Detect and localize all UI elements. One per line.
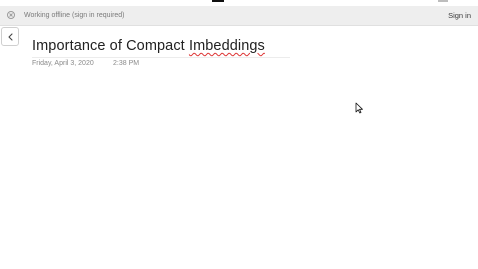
mouse-pointer-icon [355,101,364,119]
top-bar-mark [212,0,224,2]
sign-in-button[interactable]: Sign in [448,11,471,20]
title-divider [32,57,290,58]
page-title-text: Importance of Compact [32,38,189,54]
offline-banner: Working offline (sign in required) Sign … [0,6,478,26]
misspelled-word: Imbeddings [188,38,265,54]
offline-status-text: Working offline (sign in required) [24,12,125,19]
page-date: Friday, April 3, 2020 [32,60,94,67]
page-title[interactable]: Importance of Compact Imbeddings [32,38,265,55]
top-bar-mark-right [438,0,448,2]
page-time: 2:38 PM [113,60,140,67]
back-button[interactable] [1,27,19,46]
offline-icon [7,11,15,19]
